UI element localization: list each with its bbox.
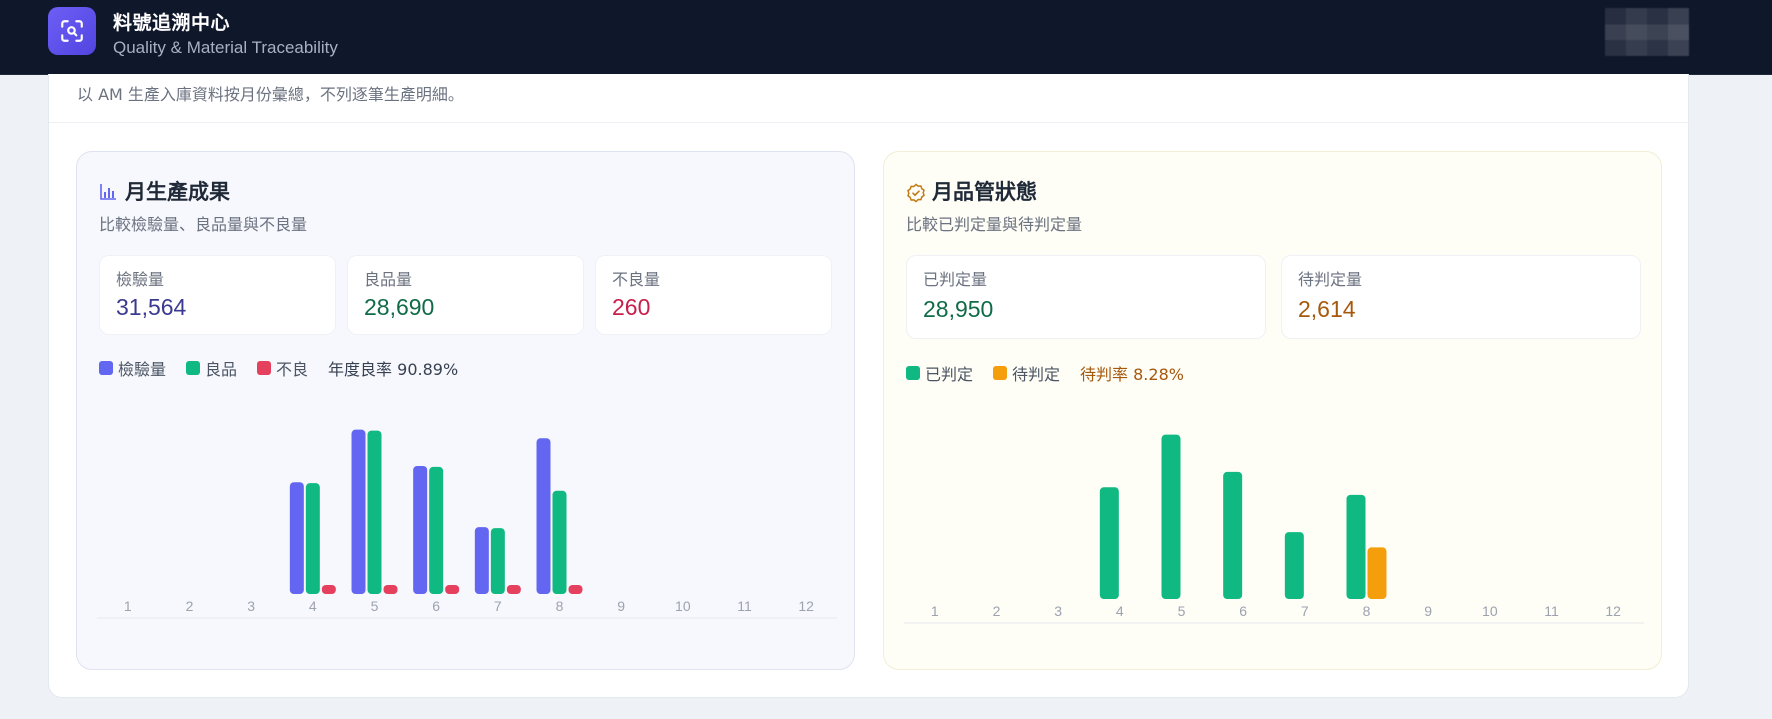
stat-value: 31,564	[116, 294, 187, 320]
legend-swatch	[993, 366, 1008, 380]
legend-swatch	[99, 361, 113, 375]
bar-良品-7[interactable]	[490, 528, 505, 594]
x-tick-label: 3	[1054, 603, 1062, 619]
legend-label: 良品	[205, 360, 238, 379]
stat-card-good: 良品量 28,690	[347, 255, 584, 335]
bar-待判定-8[interactable]	[1367, 547, 1387, 599]
app-subtitle: Quality & Material Traceability	[113, 38, 338, 57]
bar-檢驗量-5[interactable]	[351, 429, 366, 594]
bar-檢驗量-4[interactable]	[289, 482, 304, 594]
x-tick-label: 2	[993, 603, 1001, 619]
production-subtitle: 比較檢驗量、良品量與不良量	[99, 215, 308, 234]
x-tick-label: 10	[675, 598, 691, 614]
quality-bar-chart: 1 2 3 4 5 6 7 8 9 10 11 12	[904, 434, 1644, 624]
stat-label: 已判定量	[923, 270, 988, 289]
x-tick-label: 7	[1301, 603, 1309, 619]
legend-item-defect[interactable]: 不良	[257, 356, 308, 380]
x-tick-label: 7	[494, 598, 502, 614]
annual-yield-rate: 年度良率 90.89%	[328, 360, 459, 379]
x-tick-label: 8	[1363, 603, 1371, 619]
legend-swatch	[257, 361, 272, 375]
x-tick-label: 10	[1482, 603, 1498, 619]
x-tick-label: 5	[1178, 603, 1186, 619]
legend-label: 待判定	[1012, 365, 1061, 384]
x-tick-label: 1	[931, 603, 939, 619]
quality-panel: 月品管狀態 比較已判定量與待判定量 已判定量 28,950 待判定量 2,614…	[883, 151, 1662, 670]
divider	[49, 122, 1689, 123]
bar-已判定-5[interactable]	[1161, 434, 1181, 599]
production-panel: 月生產成果 比較檢驗量、良品量與不良量 檢驗量 31,564 良品量 28,69…	[76, 151, 855, 670]
legend-swatch	[186, 361, 201, 375]
x-tick-label: 6	[432, 598, 440, 614]
x-tick-label: 9	[1424, 603, 1432, 619]
stat-card-defect: 不良量 260	[595, 255, 832, 335]
bar-不良-7[interactable]	[506, 585, 521, 594]
x-tick-label: 12	[798, 598, 814, 614]
legend-label: 不良	[276, 360, 309, 379]
x-tick-label: 4	[1116, 603, 1124, 619]
legend-item-judged[interactable]: 已判定	[906, 361, 973, 385]
x-tick-label: 8	[556, 598, 564, 614]
legend-item-pending[interactable]: 待判定	[993, 361, 1060, 385]
production-title: 月生產成果	[125, 180, 230, 204]
x-tick-label: 2	[186, 598, 194, 614]
quality-title: 月品管狀態	[932, 180, 1037, 204]
bar-良品-8[interactable]	[552, 490, 567, 594]
x-tick-label: 12	[1605, 603, 1621, 619]
stat-label: 不良量	[612, 270, 661, 289]
legend-label: 已判定	[925, 365, 974, 384]
production-bar-chart: 1 2 3 4 5 6 7 8 9 10 11 12	[97, 429, 837, 619]
bar-已判定-6[interactable]	[1223, 471, 1243, 599]
stat-value: 28,690	[364, 294, 435, 320]
user-avatar[interactable]	[1605, 8, 1689, 56]
bar-不良-6[interactable]	[445, 585, 460, 594]
bar-chart-icon	[100, 184, 116, 200]
bar-不良-4[interactable]	[321, 585, 336, 594]
legend-label: 檢驗量	[118, 360, 167, 379]
bar-已判定-8[interactable]	[1346, 494, 1366, 599]
main-card: 以 AM 生產入庫資料按月份彙總，不列逐筆生產明細。 月生產成果 比較檢驗量、良…	[48, 74, 1689, 698]
stat-label: 良品量	[364, 270, 413, 289]
x-tick-label: 3	[247, 598, 255, 614]
badge-check-icon	[907, 183, 925, 203]
x-tick-label: 5	[371, 598, 379, 614]
bar-良品-5[interactable]	[367, 430, 382, 594]
top-bar: 料號追溯中心 Quality & Material Traceability	[0, 0, 1772, 75]
x-tick-label: 1	[124, 598, 132, 614]
stat-card-judged: 已判定量 28,950	[906, 255, 1266, 339]
bar-已判定-7[interactable]	[1284, 532, 1304, 599]
app-logo[interactable]	[48, 7, 96, 55]
pending-rate: 待判率 8.28%	[1080, 365, 1184, 384]
legend-item-inspected[interactable]: 檢驗量	[99, 356, 166, 380]
bar-不良-5[interactable]	[383, 585, 398, 594]
legend-item-good[interactable]: 良品	[186, 356, 237, 380]
stat-label: 檢驗量	[116, 270, 165, 289]
bar-已判定-4[interactable]	[1099, 487, 1119, 599]
quality-subtitle: 比較已判定量與待判定量	[906, 215, 1083, 234]
bar-檢驗量-7[interactable]	[474, 527, 489, 594]
summary-note: 以 AM 生產入庫資料按月份彙總，不列逐筆生產明細。	[77, 85, 464, 104]
bar-良品-4[interactable]	[305, 483, 320, 594]
stat-value: 260	[612, 294, 651, 320]
app-title: 料號追溯中心	[113, 12, 231, 34]
stat-value: 28,950	[923, 296, 994, 322]
stat-label: 待判定量	[1298, 270, 1363, 289]
legend-swatch	[906, 366, 920, 380]
quality-legend: 已判定 待判定 待判率 8.28%	[906, 361, 1184, 385]
bar-不良-8[interactable]	[568, 585, 583, 594]
x-tick-label: 9	[617, 598, 625, 614]
stat-card-inspected: 檢驗量 31,564	[99, 255, 336, 335]
x-tick-label: 6	[1239, 603, 1247, 619]
bar-檢驗量-6[interactable]	[413, 465, 428, 594]
scan-search-icon	[61, 20, 83, 42]
stat-value: 2,614	[1298, 296, 1356, 322]
bar-檢驗量-8[interactable]	[536, 438, 551, 594]
bar-良品-6[interactable]	[429, 466, 444, 594]
x-tick-label: 11	[1544, 603, 1559, 619]
production-legend: 檢驗量 良品 不良 年度良率 90.89%	[99, 356, 458, 380]
x-tick-label: 11	[737, 598, 752, 614]
x-tick-label: 4	[309, 598, 317, 614]
stat-card-pending: 待判定量 2,614	[1281, 255, 1641, 339]
